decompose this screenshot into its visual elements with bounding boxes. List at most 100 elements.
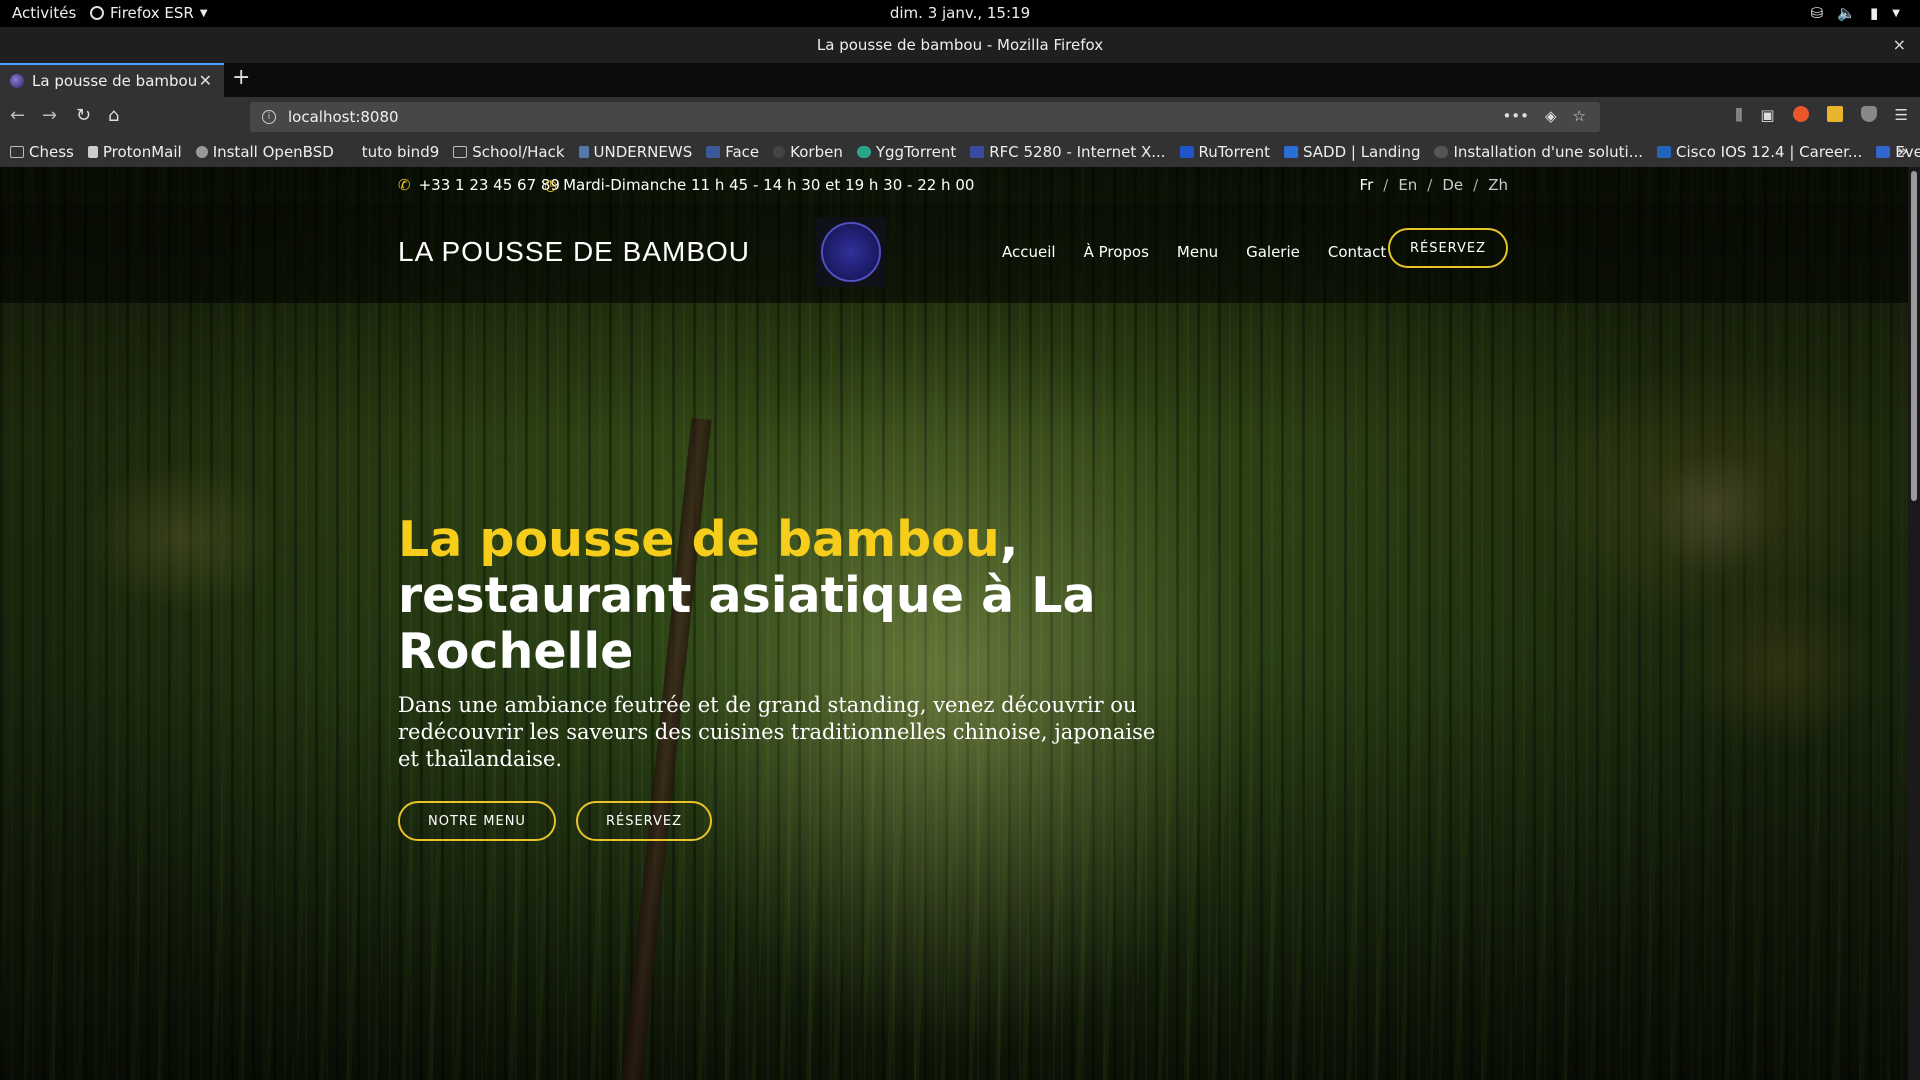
- eve-ng-icon: [1876, 146, 1891, 158]
- tab-close-button[interactable]: ✕: [199, 71, 212, 90]
- bookmark-item[interactable]: ProtonMail: [87, 143, 182, 161]
- chevron-down-icon: ▼: [1892, 7, 1900, 19]
- hero-title-highlight: La pousse de bambou: [398, 511, 1000, 568]
- url-text[interactable]: localhost:8080: [288, 108, 399, 126]
- korben-icon: [773, 146, 786, 158]
- window-close-button[interactable]: ×: [1893, 27, 1906, 63]
- phone-icon: ✆: [398, 176, 411, 194]
- site-logo[interactable]: [816, 217, 886, 287]
- lang-zh[interactable]: Zh: [1488, 176, 1508, 194]
- lang-de[interactable]: De: [1442, 176, 1463, 194]
- rutorrent-icon: [1179, 146, 1194, 158]
- bookmark-item[interactable]: Chess: [10, 143, 74, 161]
- lock-icon: [87, 146, 98, 158]
- extension-orange-icon[interactable]: [1792, 106, 1809, 122]
- bookmark-item[interactable]: tuto bind9: [362, 143, 439, 161]
- language-switcher: Fr / En / De / Zh: [1360, 176, 1508, 194]
- site-top-info-bar: ✆ +33 1 23 45 67 89 ◷ Mardi-Dimanche 11 …: [0, 167, 1908, 203]
- nav-contact[interactable]: Contact: [1328, 243, 1386, 261]
- hamburger-menu-icon[interactable]: ☰: [1895, 106, 1908, 124]
- extension-yellow-icon[interactable]: [1826, 106, 1843, 122]
- bookmark-item[interactable]: School/Hack: [453, 143, 565, 161]
- library-icon[interactable]: ⫼: [1735, 106, 1742, 124]
- globe-icon: [195, 146, 208, 158]
- lang-separator: /: [1427, 176, 1433, 194]
- back-arrow-icon[interactable]: ←: [10, 105, 25, 126]
- lang-separator: /: [1473, 176, 1479, 194]
- forward-arrow-icon[interactable]: →: [42, 105, 57, 126]
- bookmark-item[interactable]: Cisco IOS 12.4 | Career...: [1657, 143, 1862, 161]
- clock[interactable]: dim. 3 janv., 15:19: [0, 4, 1920, 22]
- bookmark-item[interactable]: Installation d'une soluti...: [1434, 143, 1643, 161]
- hours-info: ◷ Mardi-Dimanche 11 h 45 - 14 h 30 et 19…: [544, 176, 974, 194]
- url-bar[interactable]: i localhost:8080 ••• ◈ ☆: [250, 102, 1600, 132]
- window-title-bar: La pousse de bambou - Mozilla Firefox ×: [0, 27, 1920, 63]
- system-tray[interactable]: ⛁ 🔈 ▮ ▼: [1811, 4, 1900, 22]
- opening-hours: Mardi-Dimanche 11 h 45 - 14 h 30 et 19 h…: [563, 176, 975, 194]
- hero-subtitle: Dans une ambiance feutrée et de grand st…: [398, 693, 1156, 771]
- app-menu[interactable]: Firefox ESR ▼: [90, 4, 208, 22]
- chevron-down-icon: ▼: [199, 7, 208, 19]
- reserve-button-header[interactable]: RÉSERVEZ: [1388, 228, 1508, 268]
- bookmark-item[interactable]: Face: [706, 143, 759, 161]
- phone-info: ✆ +33 1 23 45 67 89: [398, 176, 560, 194]
- browser-tab[interactable]: La pousse de bambou ✕: [0, 63, 224, 97]
- bookmark-star-icon[interactable]: ☆: [1573, 107, 1586, 125]
- clock-icon: ◷: [544, 176, 558, 194]
- bamboo-logo-icon: [821, 222, 881, 282]
- bookmark-item[interactable]: Korben: [773, 143, 843, 161]
- folder-icon: [10, 146, 24, 158]
- nav-galerie[interactable]: Galerie: [1246, 243, 1300, 261]
- our-menu-button[interactable]: NOTRE MENU: [398, 801, 556, 841]
- nav-accueil[interactable]: Accueil: [1002, 243, 1056, 261]
- tab-strip: La pousse de bambou ✕ +: [0, 63, 1920, 97]
- folder-icon: [453, 146, 468, 158]
- bookmark-item[interactable]: RuTorrent: [1179, 143, 1270, 161]
- firefox-icon: [90, 6, 104, 20]
- lang-fr[interactable]: Fr: [1360, 176, 1374, 194]
- extension-shield-icon[interactable]: [1860, 106, 1877, 122]
- lang-separator: /: [1383, 176, 1389, 194]
- web-page: ✆ +33 1 23 45 67 89 ◷ Mardi-Dimanche 11 …: [0, 167, 1908, 1080]
- activities-button[interactable]: Activités: [12, 4, 76, 22]
- reload-icon[interactable]: ↻: [76, 105, 91, 126]
- bookmarks-toolbar: Chess ProtonMail Install OpenBSD tuto bi…: [0, 137, 1920, 167]
- bookmarks-overflow-icon[interactable]: »: [1897, 141, 1908, 162]
- site-favicon-icon: [10, 74, 24, 88]
- hero-buttons: NOTRE MENU RÉSERVEZ: [398, 801, 712, 841]
- sadd-icon: [1283, 146, 1298, 158]
- site-brand[interactable]: LA POUSSE DE BAMBOU: [398, 236, 750, 268]
- bookmark-item[interactable]: Install OpenBSD: [195, 143, 334, 161]
- sidebar-icon[interactable]: ▣: [1760, 106, 1774, 124]
- bookmark-item[interactable]: SADD | Landing: [1283, 143, 1420, 161]
- facebook-icon: [706, 146, 721, 158]
- navigation-toolbar: ← → ↻ ⌂ i localhost:8080 ••• ◈ ☆ ⫼ ▣ ☰: [0, 97, 1920, 137]
- window-title: La pousse de bambou - Mozilla Firefox: [816, 36, 1104, 54]
- bookmark-item[interactable]: UNDERNEWS: [578, 143, 692, 161]
- cisco-icon: [1657, 146, 1672, 158]
- tab-title: La pousse de bambou: [32, 72, 198, 90]
- home-icon[interactable]: ⌂: [108, 105, 119, 126]
- lang-en[interactable]: En: [1398, 176, 1417, 194]
- bookmark-item[interactable]: RFC 5280 - Internet X...: [970, 143, 1166, 161]
- site-header: LA POUSSE DE BAMBOU Accueil À Propos Men…: [0, 203, 1908, 303]
- page-scrollbar[interactable]: [1908, 167, 1920, 1080]
- system-top-bar: Activités Firefox ESR ▼ dim. 3 janv., 15…: [0, 0, 1920, 27]
- ygg-icon: [856, 146, 871, 158]
- nav-menu[interactable]: Menu: [1177, 243, 1218, 261]
- page-actions-icon[interactable]: •••: [1502, 107, 1529, 125]
- main-nav: Accueil À Propos Menu Galerie Contact: [1002, 243, 1386, 261]
- pocket-icon[interactable]: ◈: [1545, 107, 1557, 125]
- nav-a-propos[interactable]: À Propos: [1084, 243, 1149, 261]
- network-icon: ⛁: [1810, 4, 1824, 22]
- cloud-icon: [1434, 146, 1449, 158]
- bookmark-item[interactable]: YggTorrent: [856, 143, 956, 161]
- reserve-button-hero[interactable]: RÉSERVEZ: [575, 801, 712, 841]
- battery-icon: ▮: [1870, 4, 1879, 22]
- volume-icon: 🔈: [1837, 4, 1857, 22]
- toolbar-right: ⫼ ▣ ☰: [1735, 106, 1908, 124]
- site-info-icon[interactable]: i: [262, 110, 276, 124]
- phone-number: +33 1 23 45 67 89: [418, 176, 560, 194]
- scrollbar-thumb[interactable]: [1911, 171, 1917, 501]
- new-tab-button[interactable]: +: [232, 65, 250, 90]
